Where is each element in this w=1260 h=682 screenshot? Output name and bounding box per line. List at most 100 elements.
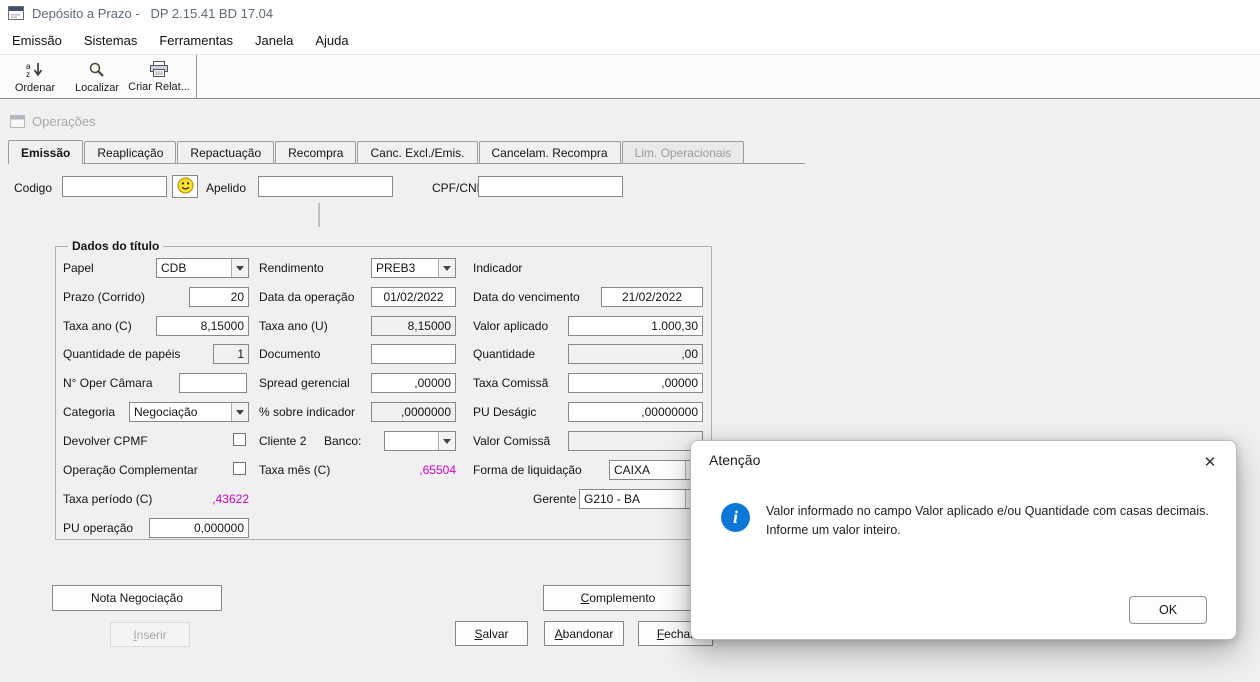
salvar-button[interactable]: Salvar bbox=[455, 621, 528, 646]
taxa-ano-c-label: Taxa ano (C) bbox=[63, 319, 132, 333]
app-icon bbox=[8, 6, 24, 23]
forma-liquidacao-label: Forma de liquidação bbox=[473, 463, 582, 477]
inserir-label: Inserir bbox=[133, 627, 167, 642]
fechar-label: Fechar bbox=[656, 626, 695, 641]
smiley-lookup-button[interactable] bbox=[172, 175, 198, 198]
operacao-complementar-checkbox[interactable] bbox=[233, 462, 246, 475]
tab-emissao[interactable]: Emissão bbox=[8, 140, 84, 164]
sobre-indicador-field: ,0000000 bbox=[371, 402, 456, 422]
spread-gerencial-input[interactable]: ,00000 bbox=[371, 373, 456, 393]
categoria-value: Negociação bbox=[134, 405, 198, 419]
chevron-down-icon bbox=[231, 259, 248, 277]
taxa-ano-u-label: Taxa ano (U) bbox=[259, 319, 328, 333]
application-window: Depósito a Prazo - DP 2.15.41 BD 17.04 E… bbox=[0, 0, 1260, 682]
gerente-combobox[interactable]: G210 - BA bbox=[579, 489, 703, 509]
toolbar: az Ordenar Localizar Criar Relat... bbox=[0, 54, 1260, 99]
menu-bar: Emissão Sistemas Ferramentas Janela Ajud… bbox=[0, 26, 1260, 54]
documento-input[interactable] bbox=[371, 344, 456, 364]
gerente-value: G210 - BA bbox=[584, 492, 641, 506]
documento-label: Documento bbox=[259, 347, 321, 361]
prazo-corrido-label: Prazo (Corrido) bbox=[63, 290, 146, 304]
taxa-ano-u-field: 8,15000 bbox=[371, 316, 456, 336]
cpf-cnpj-input[interactable] bbox=[478, 176, 623, 197]
mdi-window-icon bbox=[10, 115, 25, 131]
pu-operacao-input[interactable]: 0,000000 bbox=[149, 518, 249, 538]
rendimento-label: Rendimento bbox=[259, 261, 324, 275]
quantidade-field: ,00 bbox=[568, 344, 703, 364]
data-operacao-input[interactable]: 01/02/2022 bbox=[371, 287, 456, 307]
oper-camara-label: N° Oper Câmara bbox=[63, 376, 153, 390]
taxa-comissao-input[interactable]: ,00000 bbox=[568, 373, 703, 393]
tab-repactuacao[interactable]: Repactuação bbox=[177, 141, 275, 163]
svg-text:z: z bbox=[26, 70, 30, 78]
tab-reaplicacao[interactable]: Reaplicação bbox=[84, 141, 177, 163]
menu-emissao[interactable]: Emissão bbox=[1, 28, 73, 53]
menu-ajuda[interactable]: Ajuda bbox=[304, 28, 359, 53]
valor-comissao-label: Valor Comissã bbox=[473, 434, 551, 448]
tab-recompra[interactable]: Recompra bbox=[275, 141, 357, 163]
cliente2-label: Cliente 2 bbox=[259, 434, 307, 448]
forma-liquidacao-value: CAIXA bbox=[614, 463, 651, 477]
pu-desagio-input[interactable]: ,00000000 bbox=[568, 402, 703, 422]
abandonar-label: Abandonar bbox=[554, 626, 614, 641]
banco-combobox[interactable] bbox=[384, 431, 456, 451]
taxa-mes-value: ,65504 bbox=[419, 463, 456, 477]
find-icon bbox=[88, 61, 106, 81]
complemento-label: Complemento bbox=[580, 591, 656, 605]
nota-negociacao-label: Nota Negociação bbox=[90, 591, 184, 605]
chevron-down-icon bbox=[438, 432, 455, 450]
abandonar-button[interactable]: Abandonar bbox=[544, 621, 624, 646]
chevron-down-icon bbox=[438, 259, 455, 277]
sobre-indicador-label: % sobre indicador bbox=[259, 405, 356, 419]
dados-do-titulo-group: Dados do título Papel CDB Rendimento PRE… bbox=[55, 239, 712, 540]
localizar-button[interactable]: Localizar bbox=[68, 57, 126, 97]
operacao-complementar-label: Operação Complementar bbox=[63, 463, 198, 477]
localizar-label: Localizar bbox=[74, 81, 120, 94]
apelido-label: Apelido bbox=[206, 181, 247, 195]
categoria-label: Categoria bbox=[63, 405, 116, 419]
prazo-corrido-input[interactable]: 20 bbox=[189, 287, 249, 307]
categoria-combobox[interactable]: Negociação bbox=[129, 402, 249, 422]
devolver-cpmf-checkbox[interactable] bbox=[233, 433, 246, 446]
menu-sistemas[interactable]: Sistemas bbox=[73, 28, 148, 53]
papel-value: CDB bbox=[161, 261, 187, 275]
info-icon: i bbox=[721, 503, 750, 532]
forma-liquidacao-combobox[interactable]: CAIXA bbox=[609, 460, 703, 480]
devolver-cpmf-label: Devolver CPMF bbox=[63, 434, 148, 448]
taxa-mes-label: Taxa mês (C) bbox=[259, 463, 331, 477]
rendimento-value: PREB3 bbox=[376, 261, 416, 275]
taxa-ano-c-input[interactable]: 8,15000 bbox=[156, 316, 249, 336]
complemento-button[interactable]: Complemento bbox=[543, 585, 693, 611]
nota-negociacao-button[interactable]: Nota Negociação bbox=[52, 585, 222, 611]
atencao-dialog: Atenção ✕ i Valor informado no campo Val… bbox=[690, 440, 1237, 640]
taxa-periodo-value: ,43622 bbox=[212, 492, 249, 506]
ordenar-button[interactable]: az Ordenar bbox=[6, 57, 64, 97]
ordenar-label: Ordenar bbox=[14, 81, 56, 94]
tab-canc-excl-emis[interactable]: Canc. Excl./Emis. bbox=[357, 141, 478, 163]
quantidade-papeis-label: Quantidade de papéis bbox=[63, 347, 181, 361]
data-vencimento-label: Data do vencimento bbox=[473, 290, 580, 304]
inserir-button: Inserir bbox=[110, 622, 190, 647]
pu-desagio-label: PU Deságic bbox=[473, 405, 537, 419]
valor-aplicado-input[interactable]: 1.000,30 bbox=[568, 316, 703, 336]
ok-button[interactable]: OK bbox=[1129, 596, 1207, 624]
codigo-input[interactable] bbox=[62, 176, 167, 197]
tab-strip: Emissão Reaplicação Repactuação Recompra… bbox=[8, 140, 745, 164]
toolbar-separator bbox=[196, 55, 197, 98]
papel-combobox[interactable]: CDB bbox=[156, 258, 249, 278]
data-operacao-label: Data da operação bbox=[259, 290, 355, 304]
oper-camara-input[interactable] bbox=[179, 373, 247, 393]
banco-label: Banco: bbox=[324, 434, 362, 448]
tab-lim-operacionais: Lim. Operacionais bbox=[621, 141, 745, 163]
menu-janela[interactable]: Janela bbox=[244, 28, 304, 53]
rendimento-combobox[interactable]: PREB3 bbox=[371, 258, 456, 278]
apelido-input[interactable] bbox=[258, 176, 393, 197]
close-icon[interactable]: ✕ bbox=[1196, 449, 1224, 475]
pu-operacao-label: PU operação bbox=[63, 521, 134, 535]
menu-ferramentas[interactable]: Ferramentas bbox=[148, 28, 244, 53]
mdi-window-title: Operações bbox=[32, 114, 96, 129]
criar-relatorio-button[interactable]: Criar Relat... bbox=[128, 57, 190, 97]
tab-cancelam-recompra[interactable]: Cancelam. Recompra bbox=[478, 141, 621, 163]
data-vencimento-input[interactable]: 21/02/2022 bbox=[601, 287, 703, 307]
dialog-message: Valor informado no campo Valor aplicado … bbox=[766, 504, 1209, 537]
